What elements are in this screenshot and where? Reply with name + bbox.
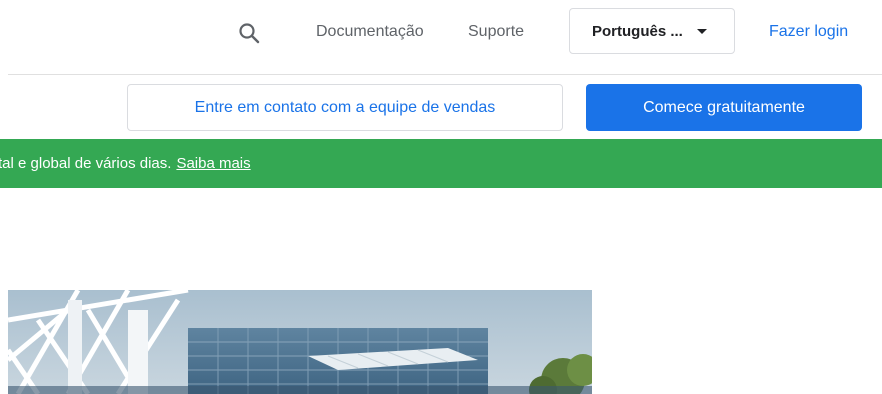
get-started-button[interactable]: Comece gratuitamente (586, 84, 862, 131)
language-selected-label: Português ... (592, 22, 683, 40)
header-divider (8, 74, 882, 75)
language-select[interactable]: Português ... (569, 8, 735, 54)
top-navigation: Documentação Suporte Português ... Fazer… (0, 0, 882, 66)
nav-link-support[interactable]: Suporte (468, 22, 524, 42)
hero-building-image (8, 290, 592, 394)
caret-down-icon (696, 28, 707, 34)
nav-link-documentation[interactable]: Documentação (316, 22, 424, 42)
banner-learn-more-link[interactable]: Saiba mais (176, 155, 250, 172)
contact-sales-button[interactable]: Entre em contato com a equipe de vendas (127, 84, 563, 131)
banner-text: tal e global de vários dias. (0, 155, 172, 172)
login-link[interactable]: Fazer login (769, 22, 848, 42)
announcement-banner: tal e global de vários dias. Saiba mais (0, 139, 882, 188)
search-icon[interactable] (237, 21, 261, 45)
